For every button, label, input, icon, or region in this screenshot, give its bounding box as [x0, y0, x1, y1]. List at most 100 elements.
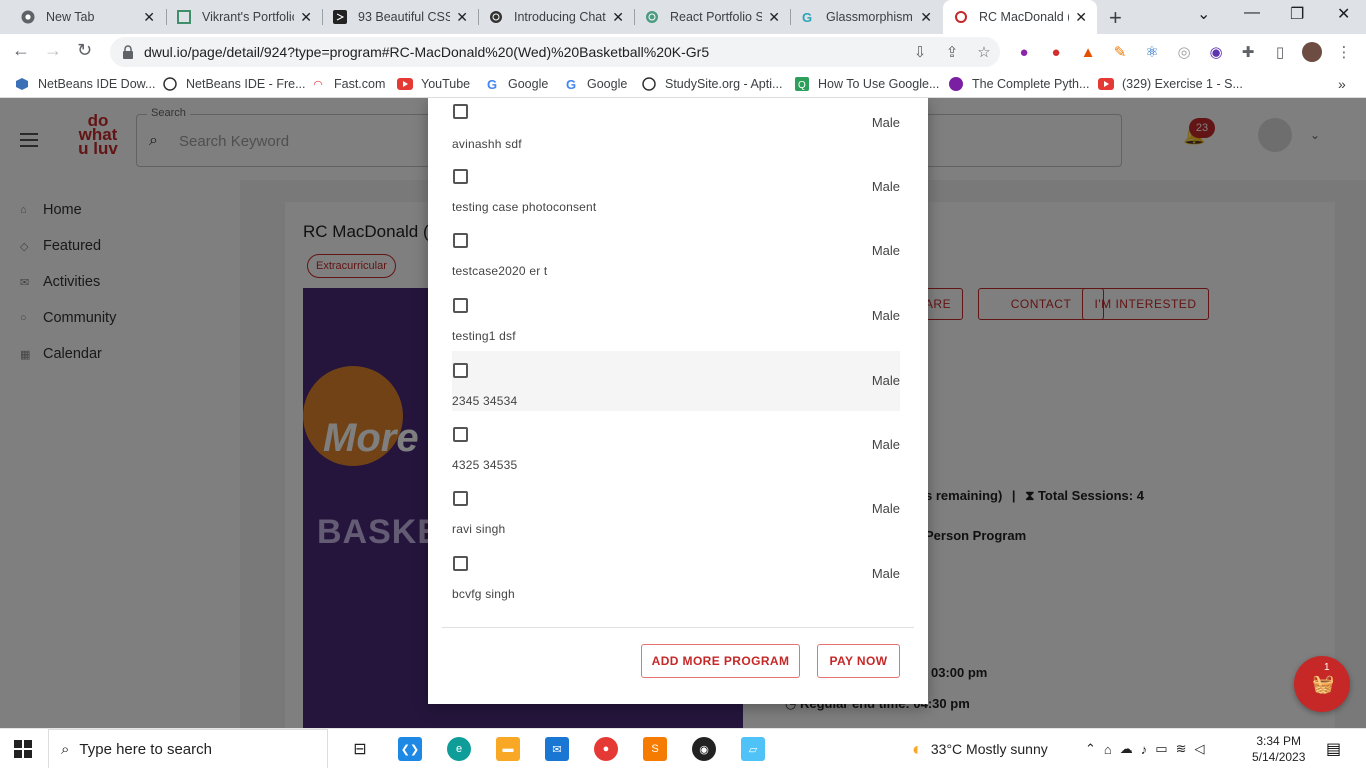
tab-rc-macdonald[interactable]: RC MacDonald (W ✕	[943, 0, 1097, 34]
bookmark-item[interactable]: YouTube	[397, 70, 470, 98]
file-explorer-icon[interactable]: ▬	[496, 737, 520, 761]
mic-icon[interactable]: ♪	[1141, 742, 1156, 757]
pay-now-button[interactable]: PAY NOW	[817, 644, 900, 678]
restore-button[interactable]: ❐	[1290, 4, 1304, 24]
bookmark-star-icon[interactable]: ☆	[974, 42, 994, 62]
python-icon	[948, 76, 964, 92]
checkbox[interactable]	[453, 169, 468, 184]
tab-react-portfolio[interactable]: React Portfolio Si ✕	[634, 0, 790, 34]
close-window-button[interactable]: ✕	[1337, 4, 1350, 24]
tab-title: RC MacDonald (W	[979, 10, 1069, 24]
checkbox[interactable]	[453, 104, 468, 119]
bookmark-item[interactable]: G Google	[484, 70, 548, 98]
sidepanel-icon[interactable]: ▯	[1270, 42, 1290, 62]
checkbox[interactable]	[453, 298, 468, 313]
vscode-icon[interactable]: ❮❯	[398, 737, 422, 761]
tab-introducing-chat[interactable]: Introducing Chat ✕	[478, 0, 634, 34]
back-arrow-icon[interactable]: ←	[12, 40, 30, 61]
checkbox[interactable]	[453, 233, 468, 248]
battery-icon[interactable]: ▭	[1155, 741, 1175, 757]
minimize-button[interactable]: —	[1244, 4, 1260, 22]
bookmark-item[interactable]: NetBeans IDE Dow...	[14, 70, 155, 98]
checkbox[interactable]	[453, 556, 468, 571]
forward-arrow-icon[interactable]: →	[44, 40, 62, 61]
extension-icon[interactable]: ◎	[1174, 42, 1194, 62]
wifi-icon[interactable]: ≋	[1176, 741, 1195, 757]
bookmark-label: NetBeans IDE Dow...	[38, 77, 156, 91]
address-bar[interactable]: dwul.io/page/detail/924?type=program#RC-…	[110, 37, 1000, 67]
add-more-program-button[interactable]: ADD MORE PROGRAM	[641, 644, 800, 678]
volume-icon[interactable]: ◁	[1194, 741, 1212, 757]
close-icon[interactable]: ✕	[612, 9, 624, 26]
close-icon[interactable]: ✕	[768, 9, 780, 26]
close-icon[interactable]: ✕	[920, 9, 932, 26]
bookmark-item[interactable]: Q How To Use Google...	[794, 70, 939, 98]
css-icon	[332, 9, 348, 25]
tab-search-chevron-icon[interactable]: ⌄	[1197, 4, 1210, 24]
task-view-icon[interactable]: ⊟	[348, 737, 372, 761]
tab-new-tab[interactable]: New Tab ✕	[10, 0, 165, 34]
tab-vikrant-portfolio[interactable]: Vikrant's Portfolio ✕	[166, 0, 322, 34]
bookmark-item[interactable]: StudySite.org - Apti...	[641, 70, 782, 98]
chrome-icon[interactable]: ●	[594, 737, 618, 761]
mail-icon[interactable]: ✉	[545, 737, 569, 761]
bookmark-item[interactable]: The Complete Pyth...	[948, 70, 1089, 98]
bookmark-item[interactable]: G Google	[563, 70, 627, 98]
windows-taskbar: ⌕ Type here to search ⊟ ❮❯ e ▬ ✉ ● S ◉ ▱…	[0, 728, 1366, 768]
extension-icon[interactable]: ●	[1046, 42, 1066, 62]
member-gender: Male	[871, 501, 900, 516]
reload-icon[interactable]: ↻	[77, 40, 92, 61]
tab-glassmorphism[interactable]: G Glassmorphism C ✕	[790, 0, 942, 34]
cart-button[interactable]: 1 🧺	[1294, 656, 1350, 712]
react-devtools-icon[interactable]: ⚛	[1142, 42, 1162, 62]
checkbox[interactable]	[453, 427, 468, 442]
bookmark-item[interactable]: NetBeans IDE - Fre...	[162, 70, 305, 98]
close-icon[interactable]: ✕	[143, 9, 155, 26]
install-icon[interactable]: ⇩	[910, 42, 930, 62]
list-item[interactable]: bcvfg singh Male	[452, 550, 900, 610]
checkbox[interactable]	[453, 491, 468, 506]
system-tray-icons[interactable]: ⌃ ⌂ ☁ ♪ ▭ ≋ ◁	[1085, 729, 1212, 768]
cloud-icon[interactable]: ☁	[1120, 741, 1141, 757]
sublime-icon[interactable]: S	[643, 737, 667, 761]
new-tab-button[interactable]: +	[1109, 5, 1122, 31]
notepad-icon[interactable]: ▱	[741, 737, 765, 761]
bookmark-item[interactable]: (329) Exercise 1 - S...	[1098, 70, 1243, 98]
extension-icon[interactable]: ▲	[1078, 42, 1098, 62]
list-item[interactable]: avinashh sdf Male	[452, 98, 900, 158]
profile-avatar[interactable]	[1302, 42, 1322, 62]
extension-icon[interactable]: ●	[1014, 42, 1034, 62]
bookmarks-overflow-icon[interactable]: »	[1338, 70, 1346, 98]
close-icon[interactable]: ✕	[456, 9, 468, 26]
obs-icon[interactable]: ◉	[692, 737, 716, 761]
edge-icon[interactable]: e	[447, 737, 471, 761]
windows-start-icon[interactable]	[14, 740, 32, 763]
extension-icon[interactable]: ◉	[1206, 42, 1226, 62]
list-item[interactable]: 2345 34534 Male	[452, 351, 900, 411]
list-item[interactable]: testing case photoconsent Male	[452, 163, 900, 223]
member-name: testing1 dsf	[452, 329, 516, 343]
bookmark-item[interactable]: ◠ Fast.com	[310, 70, 385, 98]
share-icon[interactable]: ⇪	[942, 42, 962, 62]
list-item[interactable]: 4325 34535 Male	[452, 421, 900, 481]
portfolio-icon	[176, 9, 192, 25]
member-name: 4325 34535	[452, 458, 518, 472]
list-item[interactable]: testing1 dsf Male	[452, 292, 900, 352]
clock[interactable]: 3:34 PM 5/14/2023	[1252, 733, 1305, 765]
close-icon[interactable]: ✕	[1075, 9, 1087, 26]
menu-kebab-icon[interactable]: ⋮	[1334, 42, 1354, 62]
list-item[interactable]: testcase2020 er t Male	[452, 227, 900, 287]
chevron-up-icon[interactable]: ⌃	[1085, 741, 1104, 757]
checkbox[interactable]	[453, 363, 468, 378]
taskbar-search-field[interactable]: ⌕ Type here to search	[48, 729, 328, 768]
network-icon[interactable]: ⌂	[1104, 742, 1120, 757]
extension-icon[interactable]: ✎	[1110, 42, 1130, 62]
notifications-icon[interactable]: ▤	[1326, 739, 1341, 759]
puzzle-icon[interactable]: ✚	[1238, 42, 1258, 62]
close-icon[interactable]: ✕	[300, 9, 312, 26]
tab-css[interactable]: 93 Beautiful CSS ✕	[322, 0, 478, 34]
weather-widget[interactable]: ◐ 33°C Mostly sunny	[912, 729, 1048, 768]
tab-title: New Tab	[46, 10, 95, 24]
list-item[interactable]: ravi singh Male	[452, 485, 900, 545]
web-page: do what u luv Search ⌕ Search Keyword 🔔 …	[0, 98, 1366, 728]
